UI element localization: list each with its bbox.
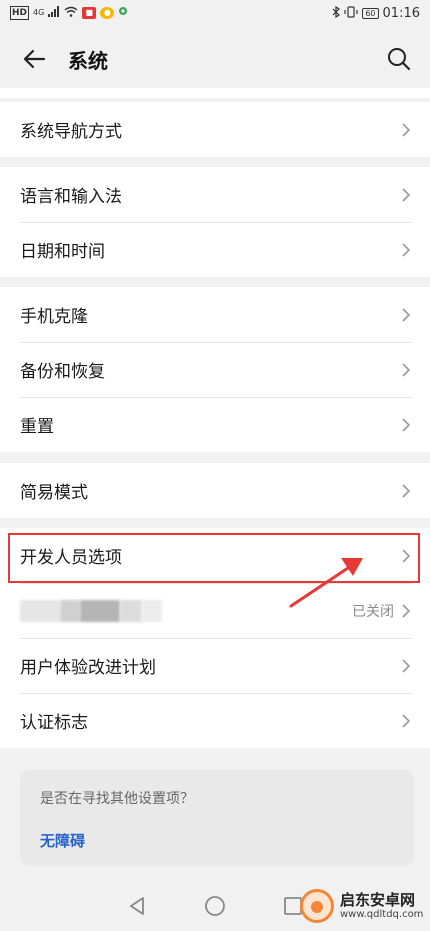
page-title: 系统	[68, 48, 108, 73]
suggestion-question: 是否在寻找其他设置项？	[40, 791, 194, 807]
clock: 01:16	[382, 5, 420, 21]
app-badge-icon: ■	[82, 7, 97, 19]
status-text: 已关闭	[352, 603, 394, 620]
status-right: 60 01:16	[332, 5, 420, 21]
settings-item-label: 语言和输入法	[20, 187, 122, 207]
chevron-right-icon	[402, 713, 411, 728]
accessibility-link[interactable]: 无障碍	[40, 830, 394, 851]
chevron-right-icon	[402, 122, 411, 137]
settings-item-label: 简易模式	[20, 483, 88, 503]
network-type: 4G	[33, 8, 45, 17]
battery-icon: 60	[362, 7, 379, 19]
chevron-right-icon	[402, 242, 411, 257]
chevron-right-icon	[402, 548, 411, 563]
settings-item-user-experience[interactable]: 用户体验改进计划	[0, 638, 430, 693]
settings-item-language-input[interactable]: 语言和输入法	[0, 167, 430, 222]
settings-item-label: 系统导航方式	[20, 122, 122, 142]
chevron-right-icon	[402, 187, 411, 202]
settings-item-date-time[interactable]: 日期和时间	[0, 222, 430, 277]
settings-item-developer-options[interactable]: 开发人员选项	[0, 528, 430, 583]
settings-item-label: 用户体验改进计划	[20, 658, 156, 678]
hd-icon: HD	[10, 6, 30, 20]
status-left: HD 4G ■ ●	[10, 6, 128, 21]
settings-item-label: 日期和时间	[20, 242, 105, 262]
settings-item-phone-clone[interactable]: 手机克隆	[0, 287, 430, 342]
chevron-right-icon	[402, 658, 411, 673]
chevron-right-icon	[402, 603, 411, 618]
chevron-right-icon	[402, 483, 411, 498]
settings-item-label: 开发人员选项	[20, 548, 122, 568]
location-icon	[118, 6, 128, 21]
chevron-right-icon	[402, 362, 411, 377]
bluetooth-icon	[332, 5, 341, 21]
settings-item-label: 备份和恢复	[20, 362, 105, 382]
settings-group-navigation: 系统导航方式	[0, 102, 430, 157]
vibrate-icon	[344, 5, 358, 21]
settings-item-system-navigation[interactable]: 系统导航方式	[0, 102, 430, 157]
signal-icon	[48, 6, 60, 20]
settings-group-developer: 开发人员选项 已关闭 用户体验改进计划 认证标志	[0, 528, 430, 748]
settings-group-simple-mode: 简易模式	[0, 463, 430, 518]
settings-group-language-time: 语言和输入法 日期和时间	[0, 167, 430, 277]
settings-item-redacted[interactable]: 已关闭	[0, 583, 430, 638]
settings-item-simple-mode[interactable]: 简易模式	[0, 463, 430, 518]
status-bar: HD 4G ■ ● 60 01:16	[0, 0, 430, 26]
settings-item-label: 重置	[20, 417, 54, 437]
app-badge-icon: ●	[100, 7, 115, 19]
settings-item-label: 认证标志	[20, 713, 88, 733]
settings-group-backup: 手机克隆 备份和恢复 重置	[0, 287, 430, 452]
chevron-right-icon	[402, 307, 411, 322]
wifi-icon	[64, 6, 78, 20]
system-nav-bar	[0, 880, 430, 931]
settings-item-label: 手机克隆	[20, 307, 88, 327]
chevron-right-icon	[402, 417, 411, 432]
home-circle-icon[interactable]	[202, 893, 228, 919]
settings-item-reset[interactable]: 重置	[0, 397, 430, 452]
back-arrow-icon[interactable]	[20, 45, 48, 73]
recents-square-icon[interactable]	[280, 893, 306, 919]
settings-group-top-strip	[0, 88, 430, 98]
redacted-label	[20, 599, 162, 622]
suggestion-card: 是否在寻找其他设置项？ 无障碍	[20, 770, 414, 866]
settings-item-certification[interactable]: 认证标志	[0, 693, 430, 748]
app-header: 系统	[0, 30, 430, 88]
search-icon[interactable]	[384, 44, 414, 74]
settings-item-backup-restore[interactable]: 备份和恢复	[0, 342, 430, 397]
back-triangle-icon[interactable]	[124, 893, 150, 919]
